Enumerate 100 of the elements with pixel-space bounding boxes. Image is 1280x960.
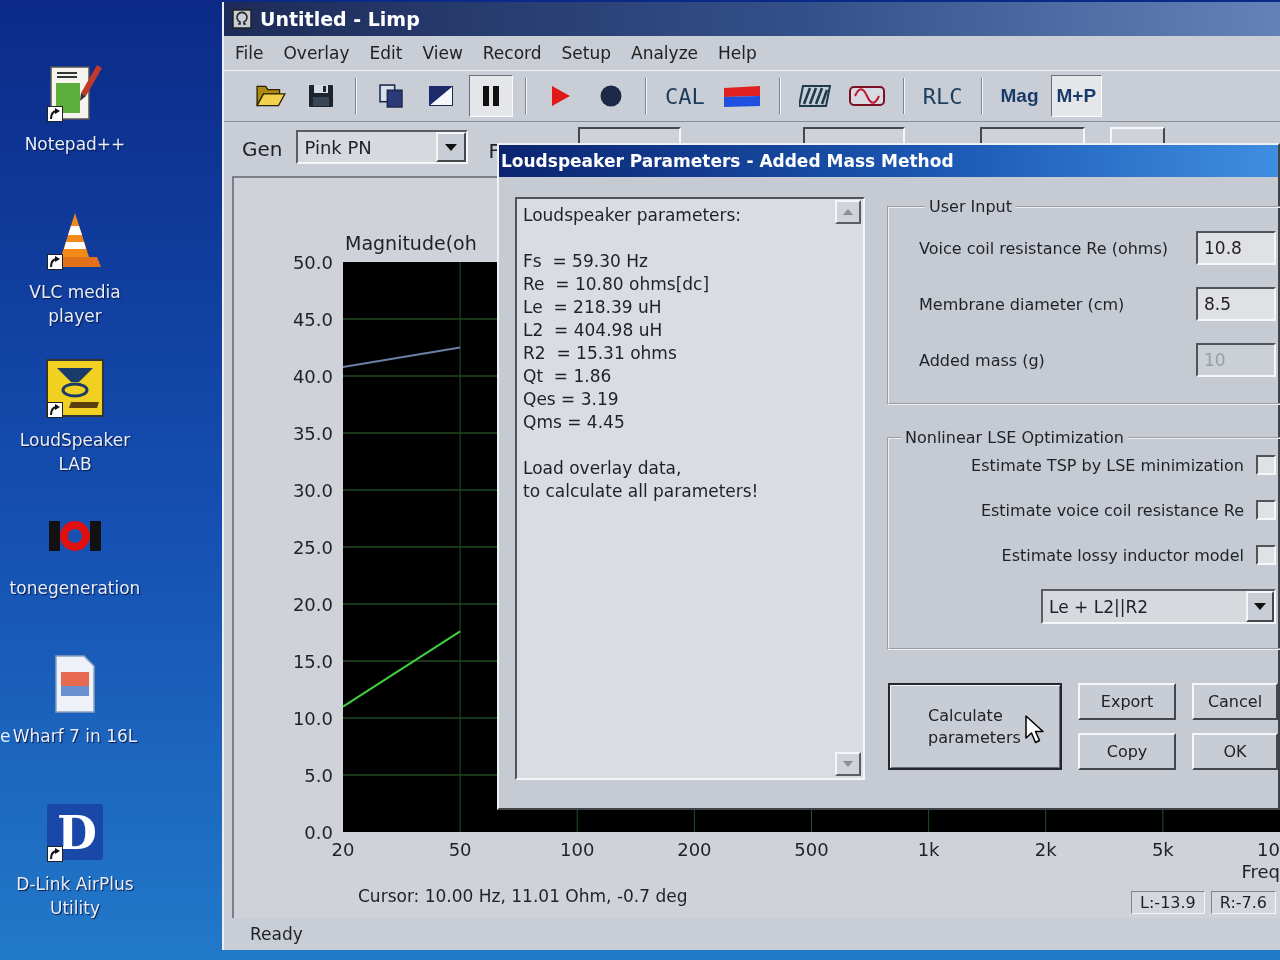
- text-line: L2 = 404.98 uH: [523, 319, 664, 342]
- speaker-icon[interactable]: [46, 359, 104, 417]
- scroll-down-button[interactable]: [835, 752, 861, 776]
- save-icon: [309, 85, 333, 107]
- menu-item[interactable]: View: [412, 40, 473, 66]
- input-field[interactable]: 8.5: [1196, 287, 1276, 321]
- color-bar-icon: [722, 85, 761, 107]
- toolbar-button[interactable]: M+P: [1050, 75, 1103, 117]
- toolbar-button[interactable]: Mag: [994, 75, 1045, 117]
- text-line: Re = 10.80 ohms[dc]: [523, 273, 711, 296]
- cut-tick-label: 10: [1257, 839, 1280, 860]
- pause-icon: [483, 86, 499, 106]
- up-arrow-icon: [843, 209, 853, 215]
- y-tick-label: 20.0: [292, 594, 333, 615]
- toolbar-button[interactable]: [469, 75, 513, 117]
- text-line: Fs = 59.30 Hz: [523, 250, 649, 273]
- icon-label: tonegeneration: [9, 577, 141, 600]
- x-axis-label: Freq: [1241, 861, 1280, 882]
- menu-item[interactable]: Analyze: [621, 40, 709, 66]
- status-text: Ready: [250, 924, 303, 944]
- text-note: Load overlay data, to calculate all parameters!: [523, 457, 760, 503]
- y-tick-label: 25.0: [292, 537, 333, 558]
- checkbox[interactable]: [1256, 545, 1276, 565]
- field-label: Gen: [242, 137, 283, 161]
- dialog-button[interactable]: Cancel: [1192, 683, 1278, 720]
- chart-title: Magnitude(oh: [345, 232, 477, 254]
- checkbox-label: Estimate voice coil resistance Re: [980, 500, 1244, 520]
- copy-icon: [379, 84, 403, 108]
- text-line: Loudspeaker parameters:: [523, 204, 743, 227]
- dropdown-button[interactable]: [1246, 591, 1274, 622]
- text-line: Qes = 3.19: [523, 388, 620, 411]
- level-readout: R:-7.6: [1210, 891, 1276, 914]
- y-tick-label: 0.0: [304, 822, 333, 843]
- model-dropdown[interactable]: Le + L2||R2: [1041, 589, 1276, 624]
- y-tick-label: 40.0: [292, 366, 333, 387]
- window-title: Untitled - Limp: [260, 8, 420, 30]
- app-icon[interactable]: [232, 9, 252, 29]
- down-arrow-icon: [843, 761, 853, 767]
- icon-label: D-Link AirPlus Utility: [15, 873, 135, 920]
- x-tick-label: 100: [560, 839, 595, 860]
- menu-item[interactable]: File: [225, 40, 274, 66]
- y-tick-label: 30.0: [292, 480, 333, 501]
- dialog-title: Loudspeaker Parameters - Added Mass Method: [501, 151, 954, 171]
- checkbox[interactable]: [1256, 500, 1276, 520]
- mouse-pointer-icon: [1025, 715, 1045, 744]
- dialog-button[interactable]: Calculate parameters: [888, 683, 1062, 770]
- text-line: Qt = 1.86: [523, 365, 613, 388]
- menu-item[interactable]: Help: [708, 40, 767, 66]
- toolbar-button[interactable]: CAL: [659, 75, 711, 117]
- icon-label: Wharf 7 in 16L: [12, 725, 138, 748]
- results-textbox[interactable]: Loudspeaker parameters: Fs = 59.30 Hz Re = 10.80 ohms[dc] Le = 218.39 uH L2 = 404.98 uH R2 = 15.31 ohms Qt = 1.86 Qes = 3.19 Qms = 4.45 Load overlay data, to calculate all parameters!: [515, 197, 865, 780]
- x-tick-label: 500: [794, 839, 829, 860]
- hatched-panel-icon: [798, 85, 831, 107]
- group-title: Nonlinear LSE Optimization: [904, 428, 1125, 448]
- menu-item[interactable]: Overlay: [273, 40, 360, 66]
- cursor-readout: Cursor: 10.00 Hz, 11.01 Ohm, -0.7 deg: [358, 886, 688, 906]
- checkbox[interactable]: [1256, 455, 1276, 475]
- icon-label: VLC media player: [28, 281, 122, 328]
- record-icon: [600, 85, 622, 107]
- text-line: R2 = 15.31 ohms: [523, 342, 678, 365]
- x-tick-label: 1k: [917, 839, 940, 860]
- x-tick-label: 20: [331, 839, 355, 860]
- y-tick-label: 15.0: [292, 651, 333, 672]
- icon-label: LoudSpeaker LAB: [18, 429, 132, 476]
- dialog-button[interactable]: OK: [1192, 733, 1278, 770]
- menu-item[interactable]: Edit: [359, 40, 413, 66]
- play-icon: [551, 85, 571, 107]
- document-icon[interactable]: [55, 655, 95, 713]
- field-label: Voice coil resistance Re (ohms): [919, 238, 1170, 258]
- field-label: Membrane diameter (cm): [919, 294, 1126, 314]
- generator-dropdown[interactable]: Pink PN: [296, 130, 469, 164]
- y-tick-label: 10.0: [292, 708, 333, 729]
- dropdown-button[interactable]: [436, 132, 467, 162]
- logo-icon[interactable]: [49, 520, 101, 552]
- text-line: Qms = 4.45: [523, 411, 626, 434]
- y-tick-label: 50.0: [292, 252, 333, 273]
- menu-item[interactable]: Setup: [551, 40, 622, 66]
- dialog-button[interactable]: Copy: [1078, 733, 1176, 770]
- x-tick-label: 2k: [1034, 839, 1057, 860]
- caret-icon: [1254, 603, 1266, 610]
- group-title: User Input: [928, 197, 1013, 217]
- notepad-icon[interactable]: [47, 63, 103, 121]
- x-tick-label: 50: [448, 839, 472, 860]
- text-line: Le = 218.39 uH: [523, 296, 663, 319]
- icon-label: Notepad++: [24, 133, 126, 156]
- toolbar-button[interactable]: RLC: [916, 75, 969, 117]
- checkbox-label: Estimate TSP by LSE minimization: [971, 455, 1244, 475]
- dialog-button[interactable]: Export: [1078, 683, 1176, 720]
- y-tick-label: 35.0: [292, 423, 333, 444]
- caret-icon: [445, 143, 458, 151]
- icon-label: e: [0, 725, 11, 748]
- scroll-up-button[interactable]: [835, 200, 861, 224]
- field-label: Added mass (g): [919, 350, 1046, 370]
- split-square-icon: [429, 86, 453, 106]
- letter-logo-icon[interactable]: D: [46, 803, 104, 861]
- y-tick-label: 45.0: [292, 309, 333, 330]
- open-folder-icon: [256, 84, 286, 108]
- level-readout: L:-13.9: [1131, 891, 1205, 914]
- input-field[interactable]: 10.8: [1196, 231, 1276, 265]
- menu-item[interactable]: Record: [472, 40, 552, 66]
